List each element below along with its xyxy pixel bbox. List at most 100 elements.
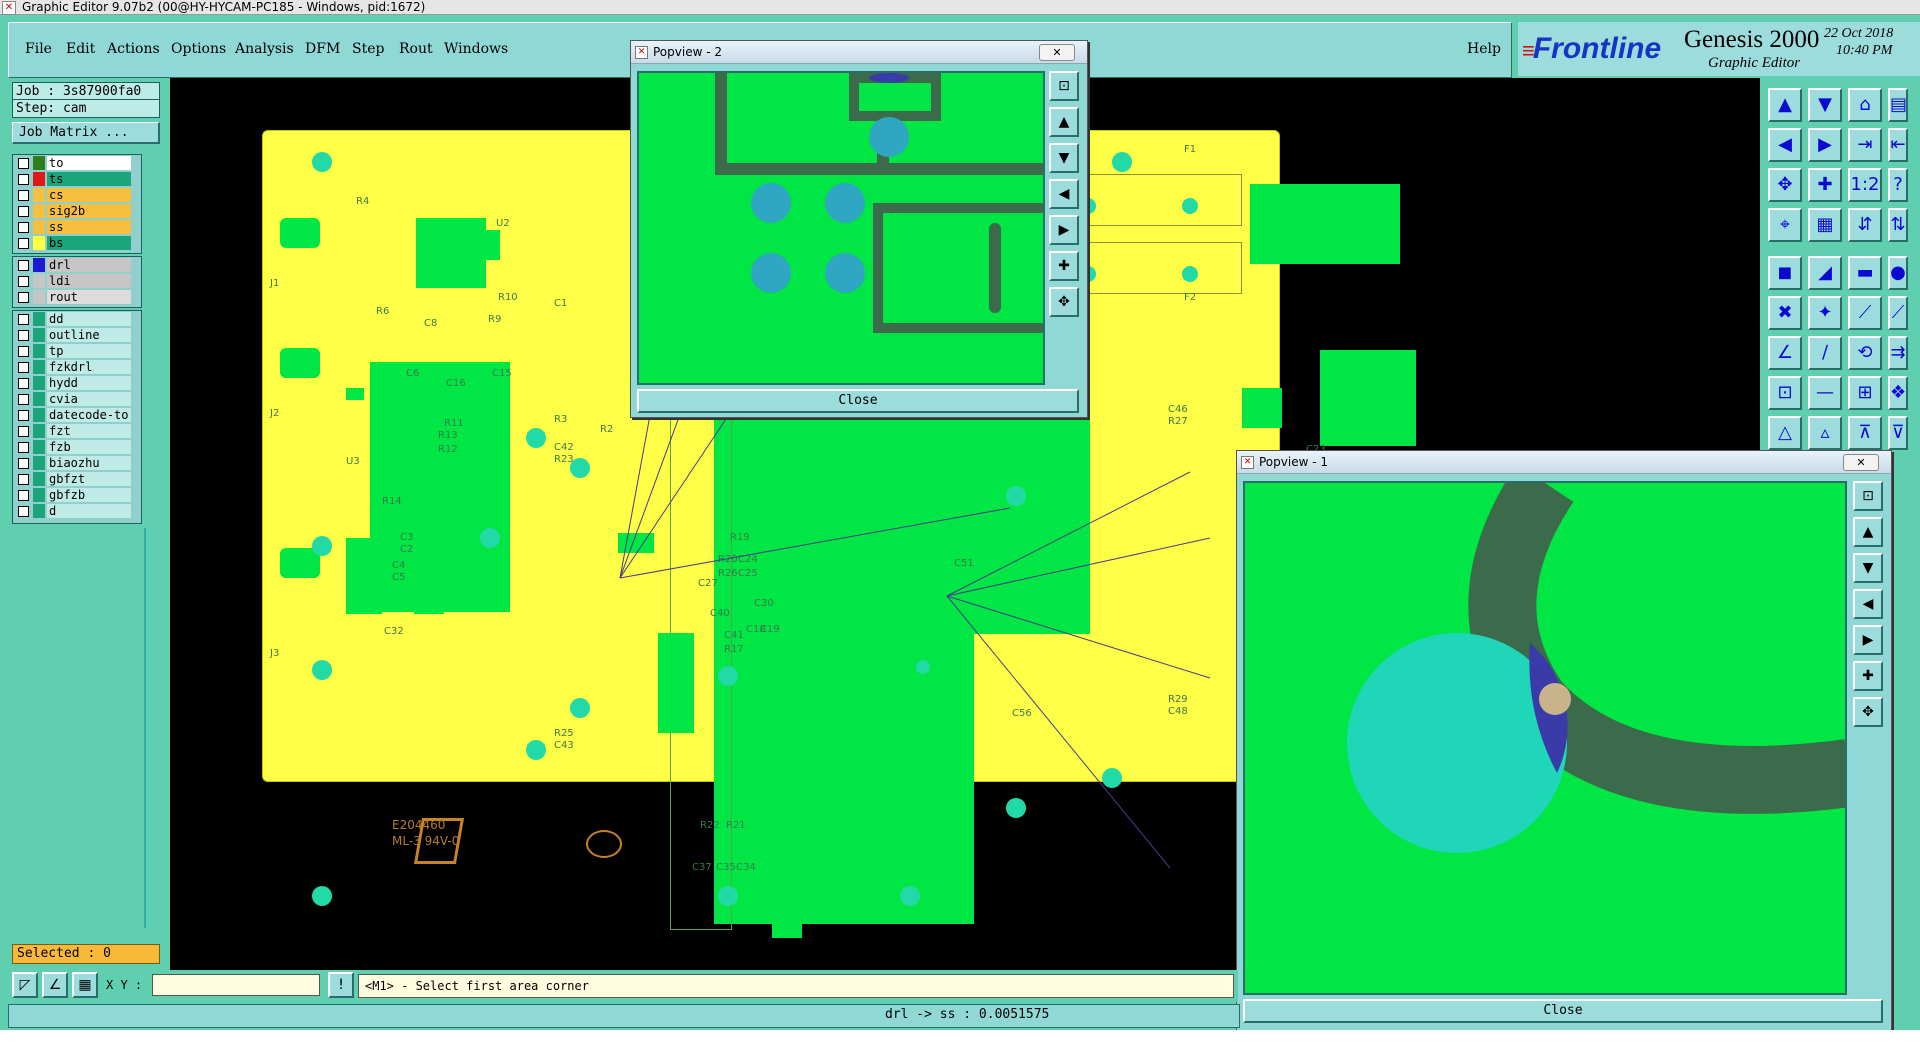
layer-row[interactable]: cs <box>13 187 141 203</box>
grid-icon[interactable]: ▦ <box>72 972 98 998</box>
move-icon[interactable]: ⇉ <box>1888 336 1908 370</box>
pan-up-icon[interactable]: ▲ <box>1853 517 1883 547</box>
layer-row[interactable]: fzb <box>13 439 141 455</box>
zoom-out-icon[interactable]: ✥ <box>1853 697 1883 727</box>
layer-row[interactable]: datecode-to <box>13 407 141 423</box>
connect-icon[interactable]: ⇵ <box>1848 208 1882 242</box>
list-icon[interactable]: ▤ <box>1888 88 1908 122</box>
grid-icon[interactable]: ▦ <box>1808 208 1842 242</box>
layer-up-icon[interactable]: ▲ <box>1768 88 1802 122</box>
delete-icon[interactable]: ✖ <box>1768 296 1802 330</box>
layer-checkbox[interactable] <box>18 174 29 185</box>
menu-options[interactable]: Options <box>171 41 226 57</box>
layer-checkbox[interactable] <box>18 410 29 421</box>
menu-step[interactable]: Step <box>352 41 384 57</box>
menu-analysis[interactable]: Analysis <box>235 41 294 57</box>
layer-checkbox[interactable] <box>18 362 29 373</box>
layer-checkbox[interactable] <box>18 378 29 389</box>
pan-right-icon[interactable]: ▶ <box>1049 215 1079 245</box>
pan-up-icon[interactable]: ▲ <box>1049 107 1079 137</box>
layer-checkbox[interactable] <box>18 442 29 453</box>
pad-icon[interactable]: ◼ <box>1768 256 1802 290</box>
zoom-home-icon[interactable]: ⊡ <box>1049 71 1079 101</box>
menu-actions[interactable]: Actions <box>107 41 160 57</box>
layer-checkbox[interactable] <box>18 330 29 341</box>
menu-dfm[interactable]: DFM <box>305 41 340 57</box>
popview-1-close-icon[interactable]: ✕ <box>1843 454 1879 471</box>
layer-row[interactable]: to <box>13 155 141 171</box>
layer-checkbox[interactable] <box>18 490 29 501</box>
menu-rout[interactable]: Rout <box>399 41 433 57</box>
feature-icon[interactable]: ✦ <box>1808 296 1842 330</box>
line-icon[interactable]: ▬ <box>1848 256 1882 290</box>
menu-file[interactable]: File <box>25 41 52 57</box>
layer-checkbox[interactable] <box>18 276 29 287</box>
pan-down-icon[interactable]: ▼ <box>1049 143 1079 173</box>
box-icon[interactable]: ⊡ <box>1768 376 1802 410</box>
slope-icon[interactable]: ⟋ <box>1888 296 1908 330</box>
zoom-in-icon[interactable]: ✚ <box>1853 661 1883 691</box>
snap-icon[interactable]: ⌖ <box>1768 208 1802 242</box>
layer-row[interactable]: ts <box>13 171 141 187</box>
triangle-icon[interactable]: △ <box>1768 416 1802 450</box>
layer-checkbox[interactable] <box>18 346 29 357</box>
layer-checkbox[interactable] <box>18 190 29 201</box>
layer-checkbox[interactable] <box>18 458 29 469</box>
layer-checkbox[interactable] <box>18 238 29 249</box>
layer-checkbox[interactable] <box>18 506 29 517</box>
pan-left-icon[interactable]: ◀ <box>1853 589 1883 619</box>
pan-left-icon[interactable]: ◀ <box>1049 179 1079 209</box>
layer-row[interactable]: rout <box>13 289 141 305</box>
prev-icon[interactable]: ◀ <box>1768 128 1802 162</box>
job-matrix-button[interactable]: Job Matrix ... <box>12 122 160 144</box>
home-icon[interactable]: ⌂ <box>1848 88 1882 122</box>
plus-box-icon[interactable]: ⊞ <box>1848 376 1882 410</box>
layer-row[interactable]: bs <box>13 235 141 251</box>
angle-icon[interactable]: ∠ <box>1768 336 1802 370</box>
pan-right-icon[interactable]: ▶ <box>1853 625 1883 655</box>
popview-2-view[interactable] <box>637 71 1045 385</box>
layer-checkbox[interactable] <box>18 474 29 485</box>
popview-1-view[interactable] <box>1243 481 1847 995</box>
layer-checkbox[interactable] <box>18 292 29 303</box>
zoom-in-icon[interactable]: ✚ <box>1049 251 1079 281</box>
layer-row[interactable]: gbfzb <box>13 487 141 503</box>
layer-row[interactable]: cvia <box>13 391 141 407</box>
line-tool-icon[interactable]: ⟋ <box>1848 296 1882 330</box>
info-icon[interactable]: ! <box>328 972 354 998</box>
layer-row[interactable]: dd <box>13 311 141 327</box>
slash-icon[interactable]: ∕ <box>1808 336 1842 370</box>
popview-1-close-button[interactable]: Close <box>1243 999 1883 1023</box>
layer-row[interactable]: drl <box>13 257 141 273</box>
pan-down-icon[interactable]: ▼ <box>1853 553 1883 583</box>
popview-2-close-button[interactable]: Close <box>637 389 1079 413</box>
menu-edit[interactable]: Edit <box>66 41 95 57</box>
step-out-icon[interactable]: ⇤ <box>1888 128 1908 162</box>
menu-help[interactable]: Help <box>1467 41 1501 57</box>
layer-row[interactable]: fzt <box>13 423 141 439</box>
layer-checkbox[interactable] <box>18 206 29 217</box>
layer-row[interactable]: hydd <box>13 375 141 391</box>
layer-checkbox[interactable] <box>18 314 29 325</box>
xy-input[interactable] <box>152 974 320 996</box>
dot-icon[interactable]: ● <box>1888 256 1908 290</box>
popview-2-close-icon[interactable]: ✕ <box>1039 44 1075 61</box>
layer-row[interactable]: outline <box>13 327 141 343</box>
cluster-icon[interactable]: ❖ <box>1888 376 1908 410</box>
layer-checkbox[interactable] <box>18 426 29 437</box>
layer-row[interactable]: ldi <box>13 273 141 289</box>
layer-row[interactable]: biaozhu <box>13 455 141 471</box>
triangle4-icon[interactable]: ⊽ <box>1888 416 1908 450</box>
zoom-icon[interactable]: ✚ <box>1808 168 1842 202</box>
zoom-home-icon[interactable]: ⊡ <box>1853 481 1883 511</box>
layer-row[interactable]: fzkdrl <box>13 359 141 375</box>
menu-windows[interactable]: Windows <box>444 41 508 57</box>
layer-row[interactable]: d <box>13 503 141 519</box>
triangle2-icon[interactable]: ▵ <box>1808 416 1842 450</box>
layer-checkbox[interactable] <box>18 260 29 271</box>
help-icon[interactable]: ? <box>1888 168 1908 202</box>
layer-row[interactable]: tp <box>13 343 141 359</box>
layer-row[interactable]: sig2b <box>13 203 141 219</box>
route-icon[interactable]: ⇅ <box>1888 208 1908 242</box>
dash-icon[interactable]: — <box>1808 376 1842 410</box>
